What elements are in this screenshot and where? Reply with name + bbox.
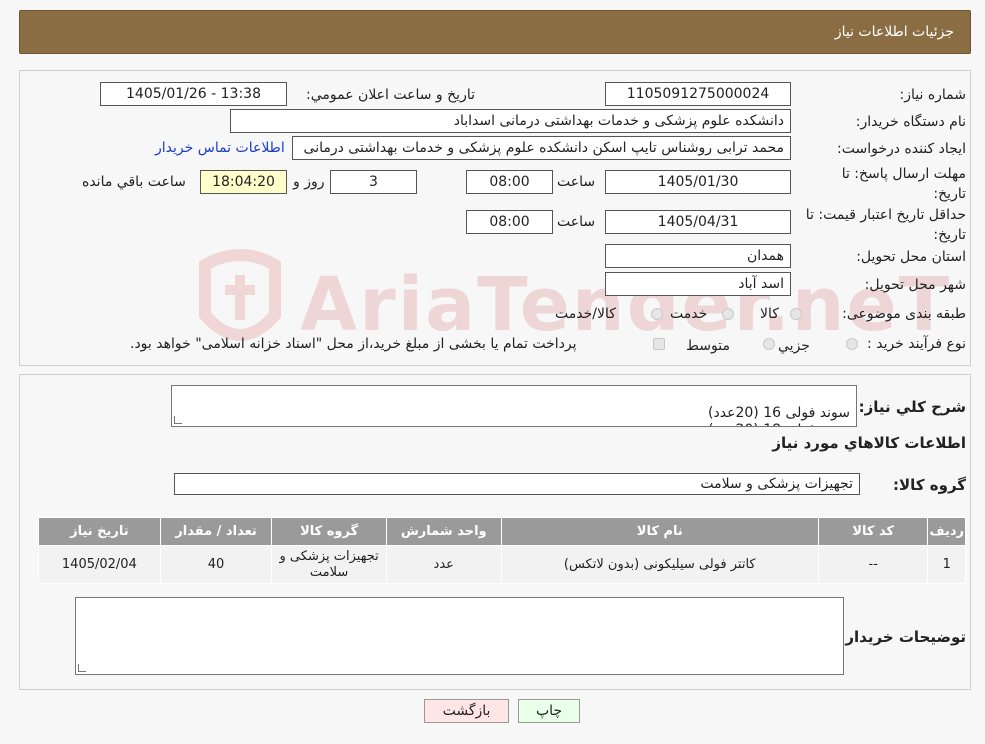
print-button[interactable]: چاپ xyxy=(518,699,580,723)
announce-date-value: 1405/01/26 - 13:38 xyxy=(126,86,261,102)
deadline-label-line2: تاریخ: xyxy=(933,186,966,202)
col-unit: واحد شمارش xyxy=(385,517,502,546)
creator-label: ایجاد کننده درخواست: xyxy=(837,141,966,157)
goods-info-title: اطلاعات کالاهاي مورد نیاز xyxy=(772,434,966,452)
province-field: همدان xyxy=(605,244,791,268)
cell-need-date: 1405/02/04 xyxy=(38,545,161,584)
process-payment-checkbox[interactable] xyxy=(653,338,665,350)
col-item-code: کد کالا xyxy=(817,517,929,546)
days-label: روز و xyxy=(293,174,325,190)
buyer-contact-link[interactable]: اطلاعات تماس خریدار xyxy=(155,140,285,156)
validity-label: حداقل تاریخ اعتبار قیمت: تا تاریخ: xyxy=(806,205,966,245)
process-radio-medium[interactable] xyxy=(763,338,775,350)
back-button[interactable]: بازگشت xyxy=(424,699,509,723)
category-label: طبقه بندی موضوعی: xyxy=(842,306,966,322)
page-header: جزئیات اطلاعات نیاز xyxy=(19,10,971,54)
cell-item-name: کاتتر فولی سیلیکونی (بدون لاتکس) xyxy=(500,545,819,584)
process-label: نوع فرآیند خرید : xyxy=(867,336,966,352)
buyer-org-label: نام دستگاه خریدار: xyxy=(855,114,966,130)
category-radio-goods-service-label: کالا/خدمت xyxy=(555,306,616,322)
validity-time-label: ساعت xyxy=(557,214,596,230)
buyer-notes-textarea[interactable] xyxy=(75,597,844,675)
summary-textarea[interactable]: سوند فولی 16 (20عدد) سوند فولی 18 (20عدد… xyxy=(171,385,857,427)
goods-table-wrapper: ردیف کد کالا نام کالا واحد شمارش گروه کا… xyxy=(38,517,966,584)
deadline-date-field: 1405/01/30 xyxy=(605,170,791,194)
buyer-notes-label: توضیحات خریدار: xyxy=(839,628,966,646)
validity-label-line2: تاریخ: xyxy=(933,227,966,243)
process-radio-medium-label: متوسط xyxy=(686,338,730,354)
payment-note: پرداخت تمام یا بخشی از مبلغ خرید،از محل … xyxy=(130,336,577,352)
validity-label-line1: حداقل تاریخ اعتبار قیمت: تا xyxy=(805,207,966,223)
goods-group-label: گروه کالا: xyxy=(893,476,966,494)
category-radio-goods-service[interactable] xyxy=(651,308,663,320)
summary-text: سوند فولی 16 (20عدد) سوند فولی 18 (20عدد… xyxy=(708,405,850,426)
process-radio-minor-label: جزیي xyxy=(778,338,810,354)
category-radio-service-label: خدمت xyxy=(670,306,708,322)
creator-field: محمد ترابی روشناس تایپ اسکن دانشکده علوم… xyxy=(292,136,791,160)
announce-date-field: 1405/01/26 - 13:38 xyxy=(100,82,287,106)
resize-handle-icon[interactable] xyxy=(174,416,182,424)
deadline-label: مهلت ارسال پاسخ: تا تاریخ: xyxy=(842,164,966,204)
cell-quantity: 40 xyxy=(159,545,273,584)
province-label: استان محل تحویل: xyxy=(856,249,966,265)
page-title: جزئیات اطلاعات نیاز xyxy=(834,24,954,40)
cell-row-number: 1 xyxy=(927,545,966,584)
col-need-date: تاریخ نیاز xyxy=(38,517,161,546)
category-radio-service[interactable] xyxy=(722,308,734,320)
deadline-label-line1: مهلت ارسال پاسخ: تا xyxy=(841,166,966,182)
buyer-org-field: دانشکده علوم پزشکی و خدمات بهداشتی درمان… xyxy=(230,109,791,133)
days-field: 3 xyxy=(330,170,417,194)
table-header-row: ردیف کد کالا نام کالا واحد شمارش گروه کا… xyxy=(38,517,966,546)
cell-item-code: -- xyxy=(817,545,929,584)
col-item-group: گروه کالا xyxy=(271,517,387,546)
category-radio-goods-label: کالا xyxy=(760,306,779,322)
col-item-name: نام کالا xyxy=(500,517,819,546)
announce-date-label: تاریخ و ساعت اعلان عمومي: xyxy=(306,87,475,103)
resize-handle-icon[interactable] xyxy=(78,664,86,672)
city-label: شهر محل تحویل: xyxy=(864,277,966,293)
category-radio-goods[interactable] xyxy=(790,308,802,320)
summary-label: شرح کلي نیاز: xyxy=(858,398,966,416)
deadline-time-label: ساعت xyxy=(557,174,596,190)
col-row-number: ردیف xyxy=(927,517,966,546)
deadline-time-field: 08:00 xyxy=(466,170,553,194)
need-number-label: شماره نیاز: xyxy=(899,87,967,103)
city-field: اسد آباد xyxy=(605,272,791,296)
validity-date-field: 1405/04/31 xyxy=(605,210,791,234)
table-row: 1 -- کاتتر فولی سیلیکونی (بدون لاتکس) عد… xyxy=(38,545,966,584)
remaining-time-label: ساعت باقي مانده xyxy=(82,174,186,190)
remaining-time-field: 18:04:20 xyxy=(200,170,287,194)
validity-time-field: 08:00 xyxy=(466,210,553,234)
cell-unit: عدد xyxy=(385,545,502,584)
process-radio-minor[interactable] xyxy=(846,338,858,350)
goods-table: ردیف کد کالا نام کالا واحد شمارش گروه کا… xyxy=(38,517,966,584)
need-number-field: 1105091275000024 xyxy=(605,82,791,106)
goods-group-field: تجهیزات پزشکی و سلامت xyxy=(174,473,860,495)
col-quantity: تعداد / مقدار xyxy=(159,517,273,546)
cell-item-group: تجهیزات پزشکی و سلامت xyxy=(271,545,387,584)
